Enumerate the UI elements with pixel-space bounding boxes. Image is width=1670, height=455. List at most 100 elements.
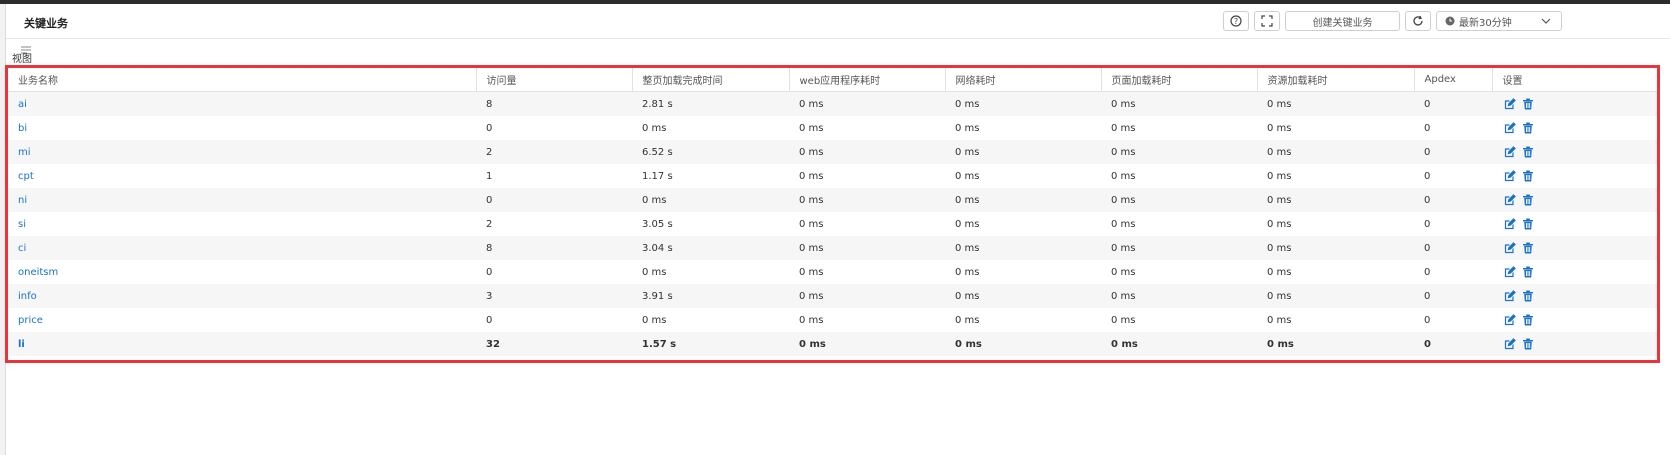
trash-icon[interactable] [1522,170,1534,182]
edit-icon[interactable] [1504,266,1516,278]
edit-icon[interactable] [1504,170,1516,182]
business-name-link[interactable]: info [8,284,476,308]
cell-apdex: 0 [1414,164,1492,188]
create-key-business-button[interactable]: 创建关键业务 [1285,11,1400,31]
edit-icon[interactable] [1504,98,1516,110]
menu-lines-icon [20,40,32,54]
cell-visits: 8 [476,236,632,260]
trash-icon[interactable] [1522,242,1534,254]
business-name-link[interactable]: ai [8,91,476,116]
col-header-page-load[interactable]: 整页加载完成时间 [632,68,790,92]
trash-icon[interactable] [1522,338,1534,350]
table-header-row: 业务名称 访问量 整页加载完成时间 web应用程序耗时 网络耗时 页面加载耗时 … [8,68,1657,92]
business-name-link[interactable]: mi [8,140,476,164]
col-header-name[interactable]: 业务名称 [8,68,477,92]
cell-visits: 0 [476,260,632,284]
cell-web-app: 0 ms [789,116,945,140]
table-row: mi 2 6.52 s0 ms 0 ms 0 ms 0 ms 0 [8,140,1657,164]
edit-icon[interactable] [1504,218,1516,230]
col-header-apdex[interactable]: Apdex [1414,68,1493,92]
cell-apdex: 0 [1414,91,1492,116]
cell-apdex: 0 [1414,188,1492,212]
time-range-select[interactable]: 最新30分钟 [1436,11,1562,31]
cell-visits: 8 [476,91,632,116]
cell-page-render: 0 ms [1101,332,1257,356]
edit-icon[interactable] [1504,122,1516,134]
col-header-resource[interactable]: 资源加载耗时 [1257,68,1415,92]
business-name-link[interactable]: ci [8,236,476,260]
business-name-link[interactable]: price [8,308,476,332]
table-row: price 0 0 ms 0 ms 0 ms 0 ms 0 ms 0 [8,308,1657,332]
edit-icon[interactable] [1504,314,1516,326]
trash-icon[interactable] [1522,194,1534,206]
business-table: 业务名称 访问量 整页加载完成时间 web应用程序耗时 网络耗时 页面加载耗时 … [8,68,1657,356]
cell-web-app: 0 ms [789,284,945,308]
view-toggle[interactable]: 视图 [12,40,52,65]
cell-network: 0 ms [945,212,1101,236]
trash-icon[interactable] [1522,266,1534,278]
business-name-link[interactable]: cpt [8,164,476,188]
table-row: oneitsm 0 0 ms 0 ms 0 ms 0 ms 0 ms 0 [8,260,1657,284]
col-header-visits[interactable]: 访问量 [476,68,633,92]
refresh-icon [1412,15,1424,27]
edit-icon[interactable] [1504,290,1516,302]
cell-resource: 0 ms [1257,308,1414,332]
business-name-link[interactable]: ni [8,188,476,212]
trash-icon[interactable] [1522,146,1534,158]
cell-page-load: 0 ms [632,308,789,332]
col-header-network[interactable]: 网络耗时 [945,68,1102,92]
row-actions [1492,116,1657,140]
table-row: ci 8 3.04 s0 ms 0 ms 0 ms 0 ms 0 [8,236,1657,260]
trash-icon[interactable] [1522,290,1534,302]
fullscreen-button[interactable] [1254,11,1280,31]
edit-icon[interactable] [1504,194,1516,206]
edit-icon[interactable] [1504,146,1516,158]
trash-icon[interactable] [1522,314,1534,326]
cell-apdex: 0 [1414,116,1492,140]
page-header: 关键业务 ? 创建关键业务 最新30分钟 [6,4,1670,39]
row-actions [1492,308,1657,332]
trash-icon[interactable] [1522,218,1534,230]
cell-resource: 0 ms [1257,236,1414,260]
cell-page-load: 6.52 s [632,140,789,164]
table-row: ni 0 0 ms 0 ms 0 ms 0 ms 0 ms 0 [8,188,1657,212]
trash-icon[interactable] [1522,122,1534,134]
cell-network: 0 ms [945,116,1101,140]
cell-page-load: 1.57 s [632,332,789,356]
business-name-link[interactable]: oneitsm [8,260,476,284]
help-button[interactable]: ? [1223,11,1249,31]
cell-visits: 2 [476,212,632,236]
cell-resource: 0 ms [1257,332,1414,356]
row-actions [1492,164,1657,188]
view-label: 视图 [12,54,32,65]
cell-web-app: 0 ms [789,332,945,356]
cell-visits: 2 [476,140,632,164]
cell-page-render: 0 ms [1101,116,1257,140]
cell-web-app: 0 ms [789,212,945,236]
cell-page-load: 0 ms [632,260,789,284]
business-name-link[interactable]: bi [8,116,476,140]
cell-page-load: 3.04 s [632,236,789,260]
cell-visits: 0 [476,116,632,140]
row-actions [1492,188,1657,212]
cell-apdex: 0 [1414,284,1492,308]
cell-page-render: 0 ms [1101,164,1257,188]
edit-icon[interactable] [1504,242,1516,254]
cell-network: 0 ms [945,236,1101,260]
edit-icon[interactable] [1504,338,1516,350]
cell-apdex: 0 [1414,212,1492,236]
table-row: cpt 1 1.17 s0 ms 0 ms 0 ms 0 ms 0 [8,164,1657,188]
cell-web-app: 0 ms [789,164,945,188]
business-name-link[interactable]: li [8,332,476,356]
clock-icon [1445,16,1455,26]
trash-icon[interactable] [1522,98,1534,110]
col-header-web-app[interactable]: web应用程序耗时 [789,68,946,92]
refresh-button[interactable] [1405,11,1431,31]
col-header-page-render[interactable]: 页面加载耗时 [1101,68,1258,92]
cell-visits: 3 [476,284,632,308]
col-header-settings: 设置 [1492,68,1657,92]
business-name-link[interactable]: si [8,212,476,236]
cell-network: 0 ms [945,260,1101,284]
table-row: bi 0 0 ms 0 ms 0 ms 0 ms 0 ms 0 [8,116,1657,140]
cell-page-load: 0 ms [632,116,789,140]
